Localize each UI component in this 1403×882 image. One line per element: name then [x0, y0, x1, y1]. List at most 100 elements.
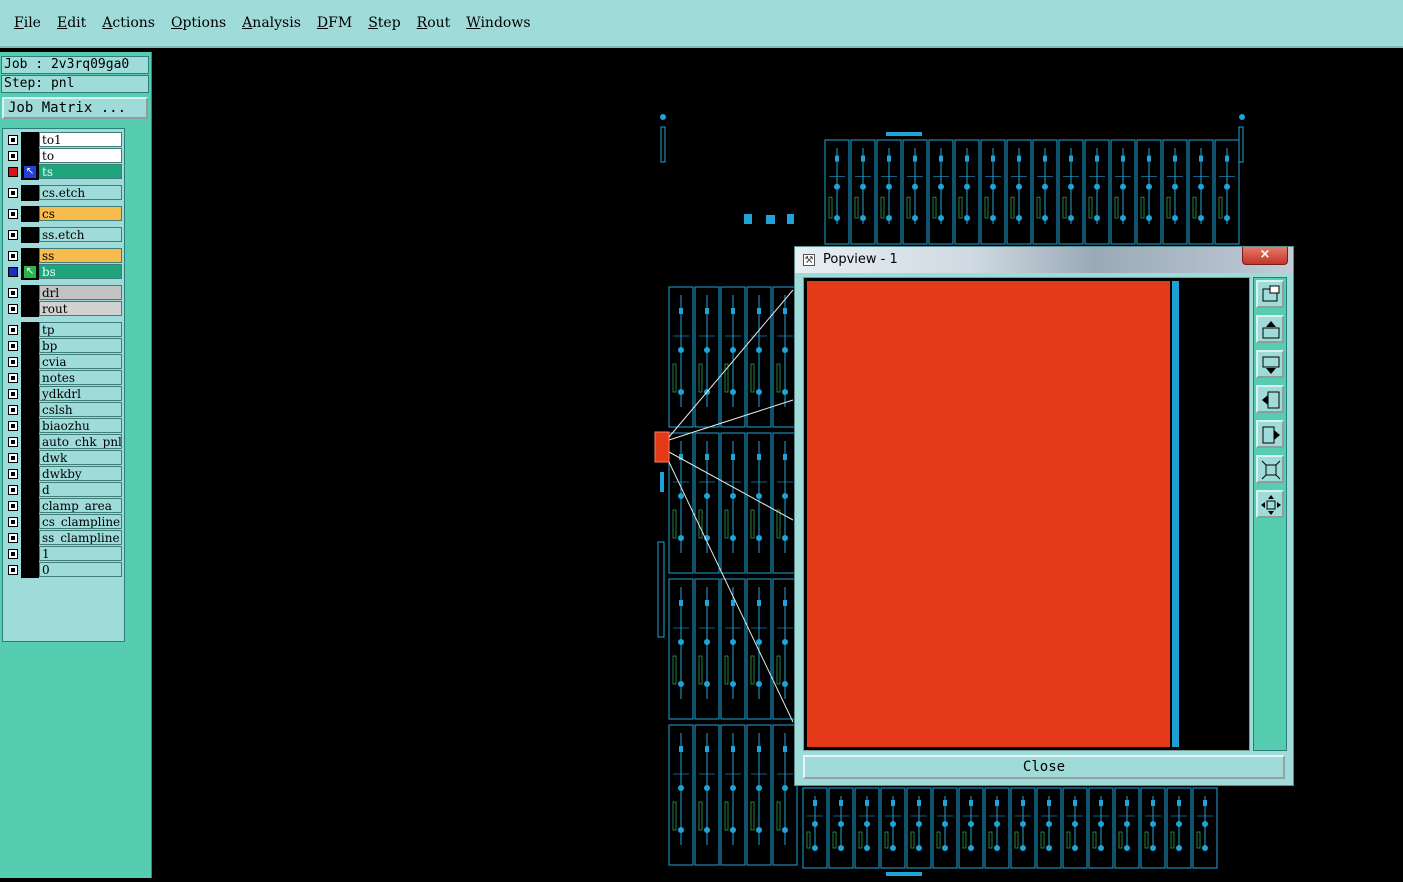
- layer-affected-slot[interactable]: [21, 370, 39, 386]
- popview-close-button[interactable]: Close: [803, 755, 1285, 779]
- layer-row[interactable]: auto_chk_pnl: [3, 434, 124, 450]
- layer-row[interactable]: dwk: [3, 450, 124, 466]
- layer-row[interactable]: ↖ ts: [3, 164, 124, 180]
- layer-checkbox[interactable]: [8, 230, 18, 240]
- layer-row[interactable]: drl: [3, 285, 124, 301]
- pan-left-button[interactable]: [1256, 385, 1284, 413]
- layer-affected-slot[interactable]: [21, 386, 39, 402]
- window-close-button[interactable]: ×: [1242, 247, 1288, 265]
- layer-row[interactable]: ss_clampline: [3, 530, 124, 546]
- pan-up-button[interactable]: [1256, 315, 1284, 343]
- layer-checkbox[interactable]: [8, 421, 18, 431]
- layer-checkbox[interactable]: [8, 304, 18, 314]
- zoom-fit-button[interactable]: [1256, 455, 1284, 483]
- layer-checkbox[interactable]: [8, 167, 18, 177]
- menu-analysis[interactable]: Analysis: [234, 15, 309, 31]
- layer-row[interactable]: 1: [3, 546, 124, 562]
- layer-affected-slot[interactable]: [21, 206, 39, 222]
- popview-leader-line: [668, 451, 794, 521]
- layer-checkbox[interactable]: [8, 389, 18, 399]
- layer-checkbox[interactable]: [8, 549, 18, 559]
- layer-row[interactable]: tp: [3, 322, 124, 338]
- layer-affected-slot[interactable]: [21, 514, 39, 530]
- layer-checkbox[interactable]: [8, 151, 18, 161]
- layer-checkbox[interactable]: [8, 437, 18, 447]
- layer-checkbox[interactable]: [8, 469, 18, 479]
- layer-affected-slot[interactable]: [21, 402, 39, 418]
- pan-down-button[interactable]: [1256, 350, 1284, 378]
- layer-row[interactable]: ss.etch: [3, 227, 124, 243]
- layer-row[interactable]: d: [3, 482, 124, 498]
- layer-affected-slot[interactable]: [21, 466, 39, 482]
- menu-windows[interactable]: Windows: [458, 15, 538, 31]
- menu-dfm[interactable]: DFM: [309, 15, 360, 31]
- layer-affected-slot[interactable]: [21, 248, 39, 264]
- board-pad: [1120, 183, 1126, 190]
- layer-affected-slot[interactable]: [21, 148, 39, 164]
- pan-right-button[interactable]: [1256, 420, 1284, 448]
- layer-row[interactable]: to: [3, 148, 124, 164]
- layer-affected-slot[interactable]: [21, 227, 39, 243]
- layer-checkbox[interactable]: [8, 357, 18, 367]
- layer-affected-slot[interactable]: [21, 450, 39, 466]
- layer-row[interactable]: rout: [3, 301, 124, 317]
- layer-affected-slot[interactable]: [21, 418, 39, 434]
- layer-affected-slot[interactable]: [21, 482, 39, 498]
- layer-checkbox[interactable]: [8, 453, 18, 463]
- layer-affected-slot[interactable]: [21, 301, 39, 317]
- layer-row[interactable]: clamp_area: [3, 498, 124, 514]
- layer-row[interactable]: cs_clampline: [3, 514, 124, 530]
- layer-row[interactable]: biaozhu: [3, 418, 124, 434]
- layer-checkbox[interactable]: [8, 251, 18, 261]
- layer-row[interactable]: cvia: [3, 354, 124, 370]
- layer-checkbox[interactable]: [8, 533, 18, 543]
- layer-affected-slot[interactable]: [21, 562, 39, 578]
- layer-affected-slot[interactable]: [21, 498, 39, 514]
- layer-checkbox[interactable]: [8, 209, 18, 219]
- menu-actions[interactable]: Actions: [94, 15, 163, 31]
- layer-row[interactable]: notes: [3, 370, 124, 386]
- layer-affected-slot[interactable]: [21, 132, 39, 148]
- layer-affected-slot[interactable]: [21, 546, 39, 562]
- layer-checkbox[interactable]: [8, 517, 18, 527]
- layer-row[interactable]: cslsh: [3, 402, 124, 418]
- job-matrix-button[interactable]: Job Matrix ...: [2, 97, 148, 119]
- layer-checkbox[interactable]: [8, 565, 18, 575]
- layer-row[interactable]: ↖ bs: [3, 264, 124, 280]
- board-pad: [678, 639, 684, 645]
- layer-row[interactable]: cs: [3, 206, 124, 222]
- layer-checkbox[interactable]: [8, 135, 18, 145]
- layer-affected-slot[interactable]: [21, 354, 39, 370]
- layer-row[interactable]: dwkby: [3, 466, 124, 482]
- layer-affected-slot[interactable]: [21, 185, 39, 201]
- layer-checkbox[interactable]: [8, 501, 18, 511]
- layer-row[interactable]: 0: [3, 562, 124, 578]
- layer-row[interactable]: ss: [3, 248, 124, 264]
- layer-row[interactable]: ydkdrl: [3, 386, 124, 402]
- zoom-center-button[interactable]: [1256, 490, 1284, 518]
- layer-checkbox[interactable]: [8, 373, 18, 383]
- layer-row[interactable]: to1: [3, 132, 124, 148]
- layer-checkbox[interactable]: [8, 288, 18, 298]
- zoom-window-button[interactable]: [1256, 280, 1284, 308]
- layer-checkbox[interactable]: [8, 325, 18, 335]
- layer-affected-slot[interactable]: [21, 322, 39, 338]
- layer-affected-slot[interactable]: [21, 338, 39, 354]
- layer-affected-slot[interactable]: [21, 434, 39, 450]
- menu-rout[interactable]: Rout: [409, 15, 459, 31]
- layer-checkbox[interactable]: [8, 188, 18, 198]
- popview-titlebar[interactable]: ⚒ Popview - 1 ×: [795, 247, 1293, 273]
- popview-viewport[interactable]: [803, 277, 1250, 751]
- layer-checkbox[interactable]: [8, 341, 18, 351]
- menu-options[interactable]: Options: [163, 15, 234, 31]
- layer-checkbox[interactable]: [8, 405, 18, 415]
- menu-edit[interactable]: Edit: [49, 15, 94, 31]
- layer-checkbox[interactable]: [8, 485, 18, 495]
- layer-row[interactable]: cs.etch: [3, 185, 124, 201]
- layer-row[interactable]: bp: [3, 338, 124, 354]
- layer-affected-slot[interactable]: [21, 285, 39, 301]
- layer-checkbox[interactable]: [8, 267, 18, 277]
- menu-step[interactable]: Step: [360, 15, 408, 31]
- layer-affected-slot[interactable]: [21, 530, 39, 546]
- menu-file[interactable]: File: [6, 15, 49, 31]
